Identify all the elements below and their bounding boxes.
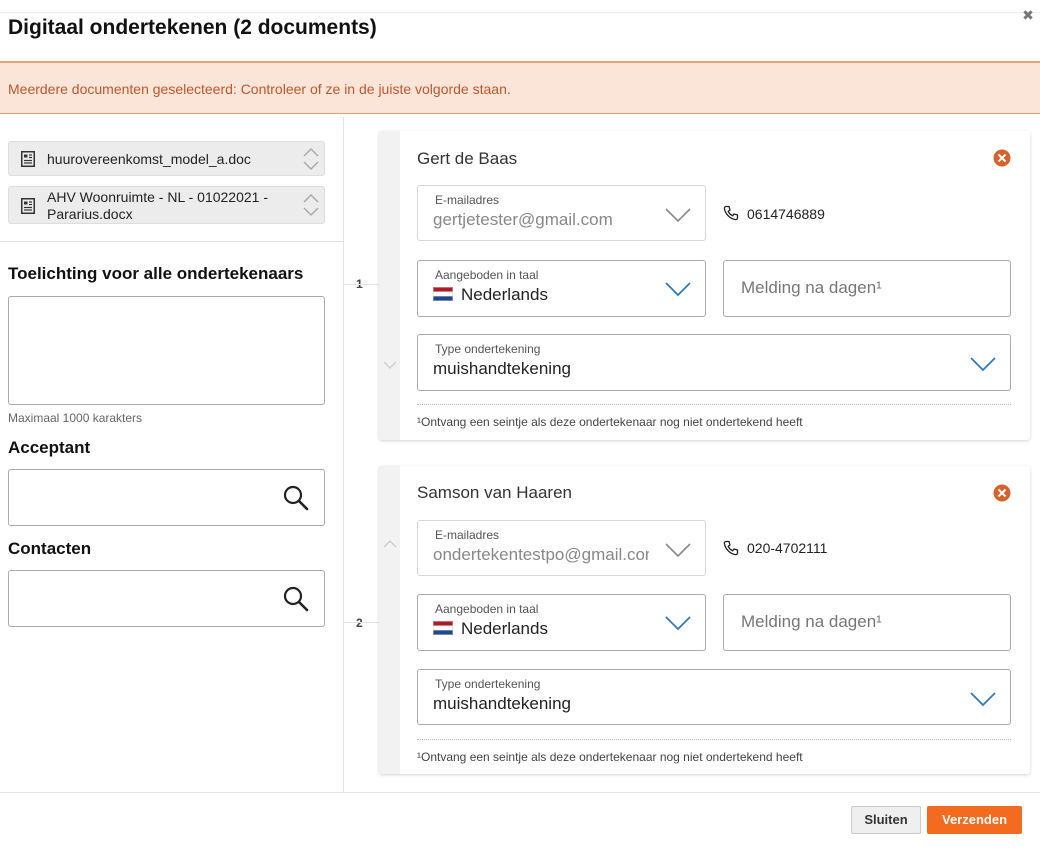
- dutch-flag-icon: [433, 621, 453, 635]
- reminder-placeholder: Melding na dagen¹: [741, 278, 882, 297]
- language-text: Nederlands: [461, 619, 548, 638]
- language-text: Nederlands: [461, 285, 548, 304]
- sort-arrows-icon[interactable]: [302, 147, 320, 171]
- move-down-icon[interactable]: [383, 360, 397, 370]
- remove-signer-icon[interactable]: [993, 484, 1011, 502]
- reminder-placeholder: Melding na dagen¹: [741, 612, 882, 631]
- search-icon[interactable]: [283, 586, 309, 612]
- signature-type-select[interactable]: Type ondertekening muishandtekening: [417, 334, 1011, 391]
- document-item[interactable]: huurovereenkomst_model_a.doc: [8, 141, 325, 176]
- close-icon[interactable]: ✖: [1021, 7, 1035, 23]
- email-value: gertjetester@gmail.com: [433, 210, 613, 229]
- footnote-divider: [417, 739, 1011, 740]
- document-name: huurovereenkomst_model_a.doc: [47, 151, 251, 167]
- search-icon[interactable]: [283, 485, 309, 511]
- email-label: E-mailadres: [435, 528, 500, 542]
- footnote-text: ¹Ontvang een seintje als deze onderteken…: [417, 415, 803, 429]
- signer-order-number: 2: [356, 616, 363, 630]
- language-value: Nederlands: [433, 285, 548, 305]
- signer-card: Gert de Baas E-mailadres gertjetester@gm…: [379, 131, 1030, 440]
- footnote-divider: [417, 404, 1011, 405]
- signature-type-select[interactable]: Type ondertekening muishandtekening: [417, 669, 1011, 725]
- contacts-label: Contacten: [8, 539, 92, 558]
- close-button[interactable]: Sluiten: [851, 806, 921, 834]
- email-value: ondertekentestpo@gmail.com: [433, 545, 649, 564]
- dutch-flag-icon: [433, 287, 453, 301]
- send-button[interactable]: Verzenden: [927, 806, 1022, 834]
- chevron-down-icon: [665, 282, 691, 297]
- document-item[interactable]: AHV Woonruimte - NL - 01022021 - Parariu…: [8, 186, 325, 224]
- chevron-down-icon: [970, 692, 996, 707]
- footer-divider: [0, 792, 1040, 793]
- order-warning-alert: Meerdere documenten geselecteerd: Contro…: [0, 61, 1040, 114]
- email-select[interactable]: E-mailadres gertjetester@gmail.com: [417, 185, 706, 241]
- contacts-search-input[interactable]: [8, 570, 325, 627]
- chevron-down-icon: [665, 208, 691, 223]
- language-label: Aangeboden in taal: [435, 268, 539, 282]
- email-select[interactable]: E-mailadres ondertekentestpo@gmail.com: [417, 520, 706, 576]
- top-divider: [0, 12, 1040, 13]
- acceptant-label: Acceptant: [8, 438, 91, 457]
- signature-type-label: Type ondertekening: [435, 342, 541, 356]
- note-label: Toelichting voor alle ondertekenaars: [8, 264, 304, 283]
- signer-drag-handle[interactable]: [379, 131, 400, 440]
- language-select[interactable]: Aangeboden in taal Nederlands: [417, 260, 706, 317]
- footnote-text: ¹Ontvang een seintje als deze onderteken…: [417, 750, 803, 764]
- phone-icon: [723, 540, 739, 556]
- left-divider: [0, 241, 343, 242]
- signer-name: Samson van Haaren: [417, 483, 572, 502]
- chevron-down-icon: [970, 357, 996, 372]
- document-icon: [21, 198, 35, 214]
- reminder-days-input[interactable]: Melding na dagen¹: [723, 260, 1011, 317]
- sort-arrows-icon[interactable]: [302, 193, 320, 217]
- document-icon: [21, 151, 35, 167]
- remove-signer-icon[interactable]: [993, 149, 1011, 167]
- alert-text: Meerdere documenten geselecteerd: Contro…: [8, 81, 511, 97]
- chevron-down-icon: [665, 616, 691, 631]
- phone-number: 020-4702111: [747, 540, 828, 556]
- order-line: [344, 284, 379, 285]
- signature-type-label: Type ondertekening: [435, 677, 541, 691]
- note-textarea[interactable]: [8, 296, 325, 405]
- language-select[interactable]: Aangeboden in taal Nederlands: [417, 594, 706, 651]
- signature-type-value: muishandtekening: [433, 694, 571, 713]
- panel-divider: [343, 117, 344, 792]
- phone-icon: [723, 205, 739, 221]
- acceptant-search-input[interactable]: [8, 469, 325, 526]
- order-line: [344, 622, 379, 623]
- signer-drag-handle[interactable]: [379, 466, 400, 774]
- phone-number: 0614746889: [747, 206, 825, 222]
- signer-card: Samson van Haaren E-mailadres onderteken…: [379, 466, 1030, 774]
- email-label: E-mailadres: [435, 193, 500, 207]
- language-value: Nederlands: [433, 619, 548, 639]
- move-up-icon[interactable]: [383, 539, 397, 549]
- chevron-down-icon: [665, 543, 691, 558]
- character-limit-hint: Maximaal 1000 karakters: [8, 411, 143, 425]
- reminder-days-input[interactable]: Melding na dagen¹: [723, 594, 1011, 651]
- dialog-title: Digitaal ondertekenen (2 documents): [8, 16, 377, 39]
- language-label: Aangeboden in taal: [435, 602, 539, 616]
- signer-name: Gert de Baas: [417, 149, 518, 168]
- document-name: AHV Woonruimte - NL - 01022021 - Parariu…: [47, 189, 268, 222]
- signature-type-value: muishandtekening: [433, 359, 571, 378]
